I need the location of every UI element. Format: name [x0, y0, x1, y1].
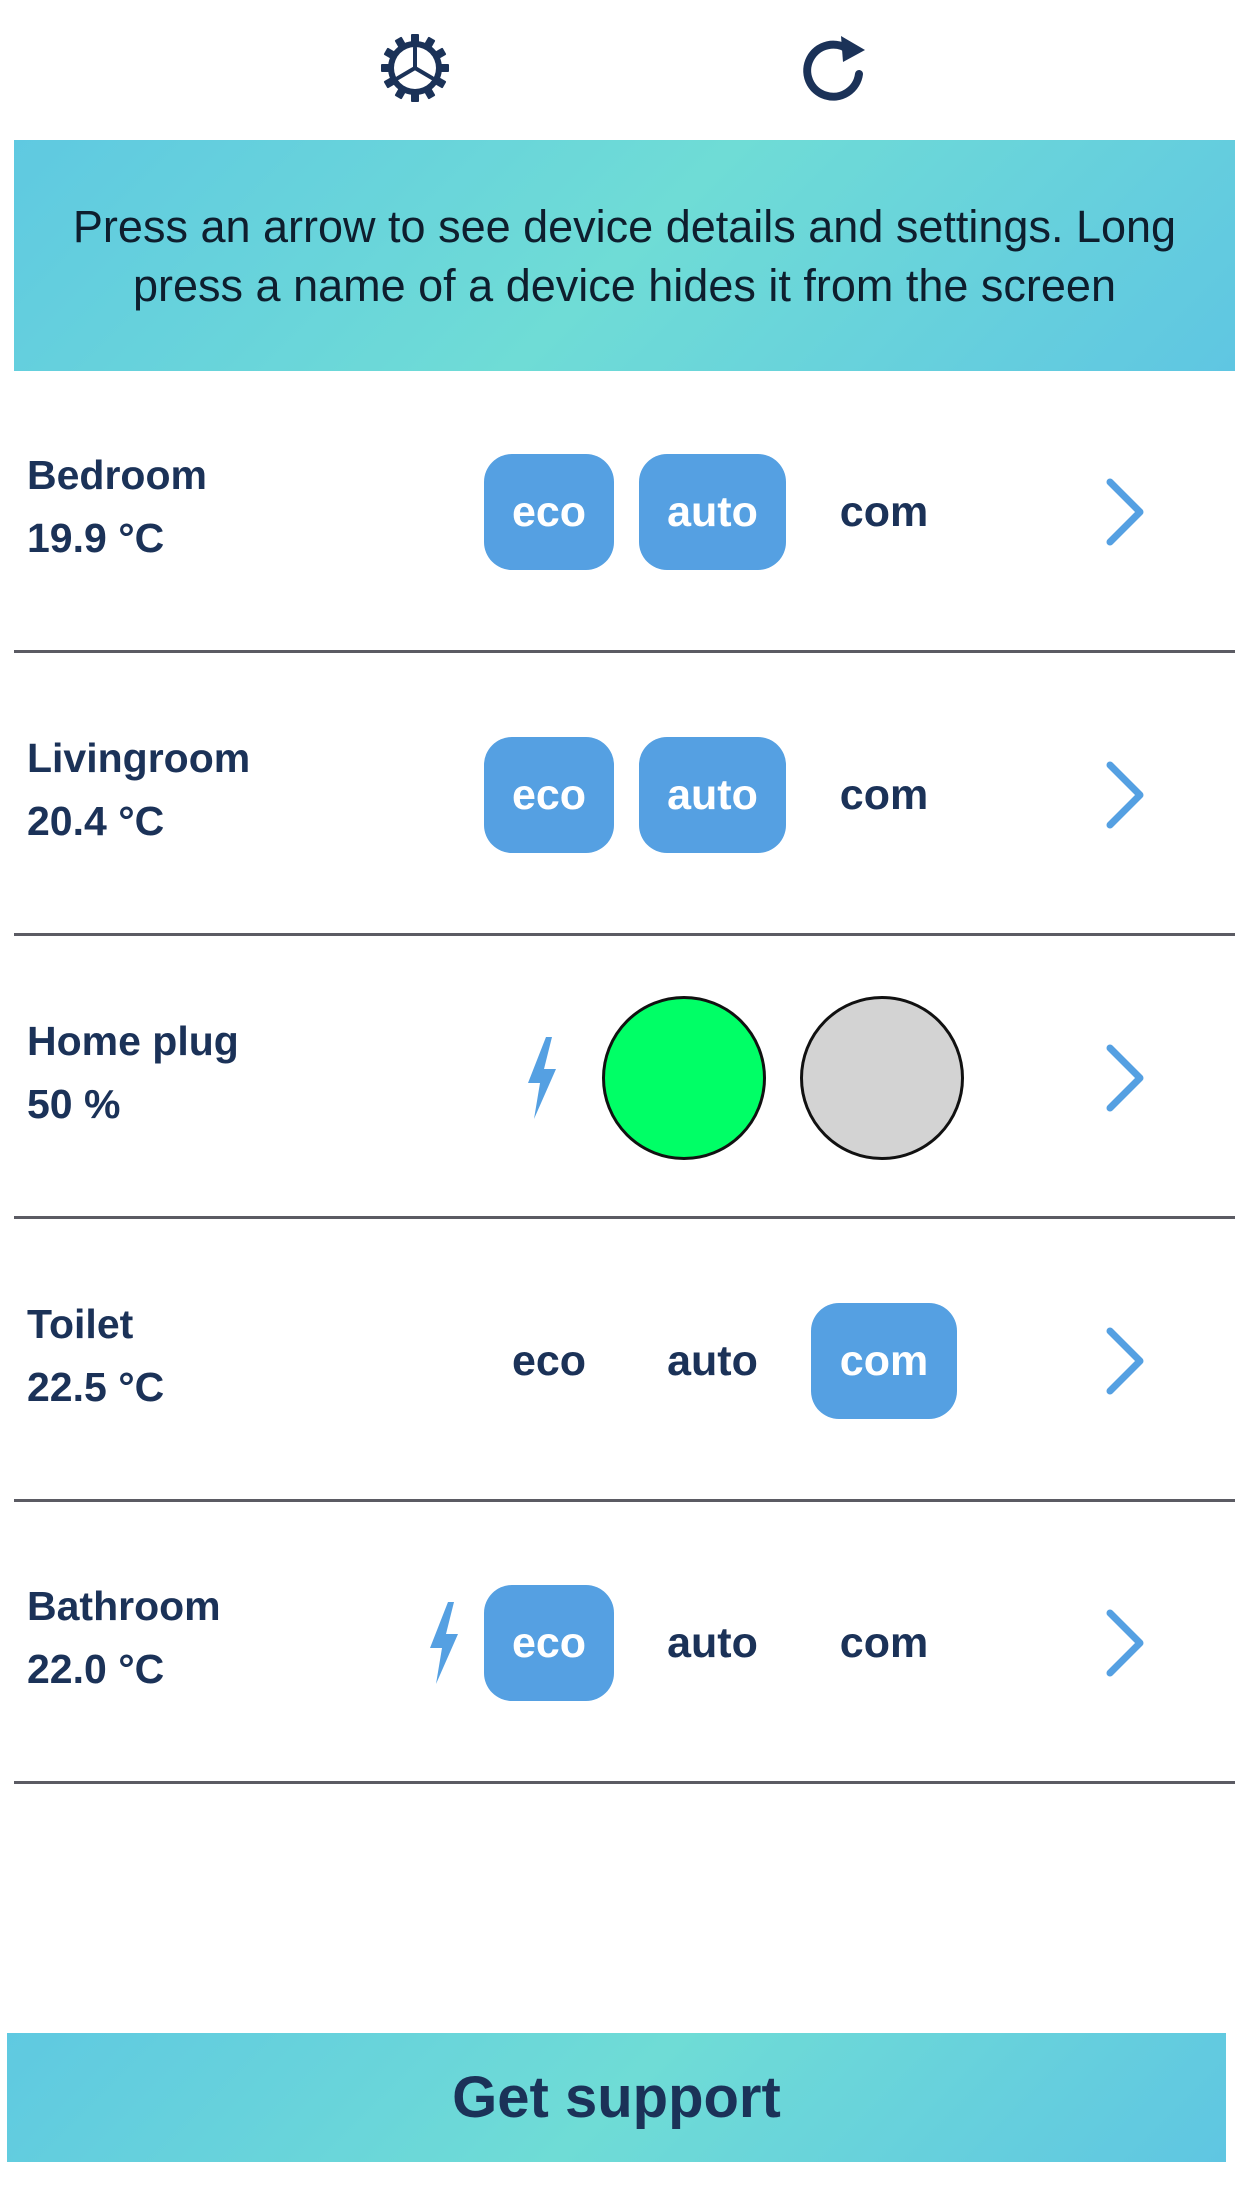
device-temperature: 19.9 °C — [27, 515, 165, 561]
chevron-right-icon[interactable] — [1094, 472, 1154, 552]
gear-icon — [381, 34, 449, 102]
mode-eco-button[interactable]: eco — [484, 1585, 614, 1701]
device-row-home-plug: Home plug 50 % — [14, 938, 1235, 1219]
device-name[interactable]: Home plug — [27, 1018, 239, 1065]
off-indicator[interactable] — [800, 996, 964, 1160]
mode-auto-button[interactable]: auto — [639, 737, 786, 853]
device-name[interactable]: Livingroom — [27, 735, 250, 782]
info-text: Press an arrow to see device details and… — [72, 200, 1177, 311]
device-temperature: 22.0 °C — [27, 1646, 165, 1692]
refresh-button[interactable] — [795, 28, 875, 108]
mode-com-button[interactable]: com — [811, 454, 957, 570]
mode-com-button[interactable]: com — [811, 737, 957, 853]
chevron-right-icon[interactable] — [1094, 755, 1154, 835]
device-row-bedroom: Bedroom 19.9 °C eco auto com — [14, 372, 1235, 653]
mode-auto-button[interactable]: auto — [639, 1585, 786, 1701]
mode-eco-button[interactable]: eco — [484, 454, 614, 570]
mode-com-button[interactable]: com — [811, 1585, 957, 1701]
on-indicator[interactable] — [602, 996, 766, 1160]
info-banner: Press an arrow to see device details and… — [14, 140, 1235, 371]
mode-auto-button[interactable]: auto — [639, 454, 786, 570]
device-row-toilet: Toilet 22.5 °C eco auto com — [14, 1221, 1235, 1502]
device-temperature: 22.5 °C — [27, 1364, 165, 1410]
device-name[interactable]: Bedroom — [27, 452, 207, 499]
settings-button[interactable] — [375, 28, 455, 108]
device-row-bathroom: Bathroom 22.0 °C eco auto com — [14, 1503, 1235, 1784]
device-name[interactable]: Toilet — [27, 1301, 133, 1348]
get-support-button[interactable]: Get support — [7, 2033, 1226, 2162]
refresh-icon — [803, 36, 865, 101]
chevron-right-icon[interactable] — [1094, 1321, 1154, 1401]
mode-eco-button[interactable]: eco — [484, 1303, 614, 1419]
mode-eco-button[interactable]: eco — [484, 737, 614, 853]
device-temperature: 20.4 °C — [27, 798, 165, 844]
device-name[interactable]: Bathroom — [27, 1583, 221, 1630]
device-level: 50 % — [27, 1081, 121, 1127]
device-row-livingroom: Livingroom 20.4 °C eco auto com — [14, 655, 1235, 936]
chevron-right-icon[interactable] — [1094, 1038, 1154, 1118]
lightning-icon — [528, 1037, 556, 1119]
top-bar — [0, 0, 1242, 140]
mode-com-button[interactable]: com — [811, 1303, 957, 1419]
chevron-right-icon[interactable] — [1094, 1603, 1154, 1683]
lightning-icon — [430, 1602, 458, 1684]
mode-auto-button[interactable]: auto — [639, 1303, 786, 1419]
get-support-label: Get support — [452, 2065, 781, 2130]
